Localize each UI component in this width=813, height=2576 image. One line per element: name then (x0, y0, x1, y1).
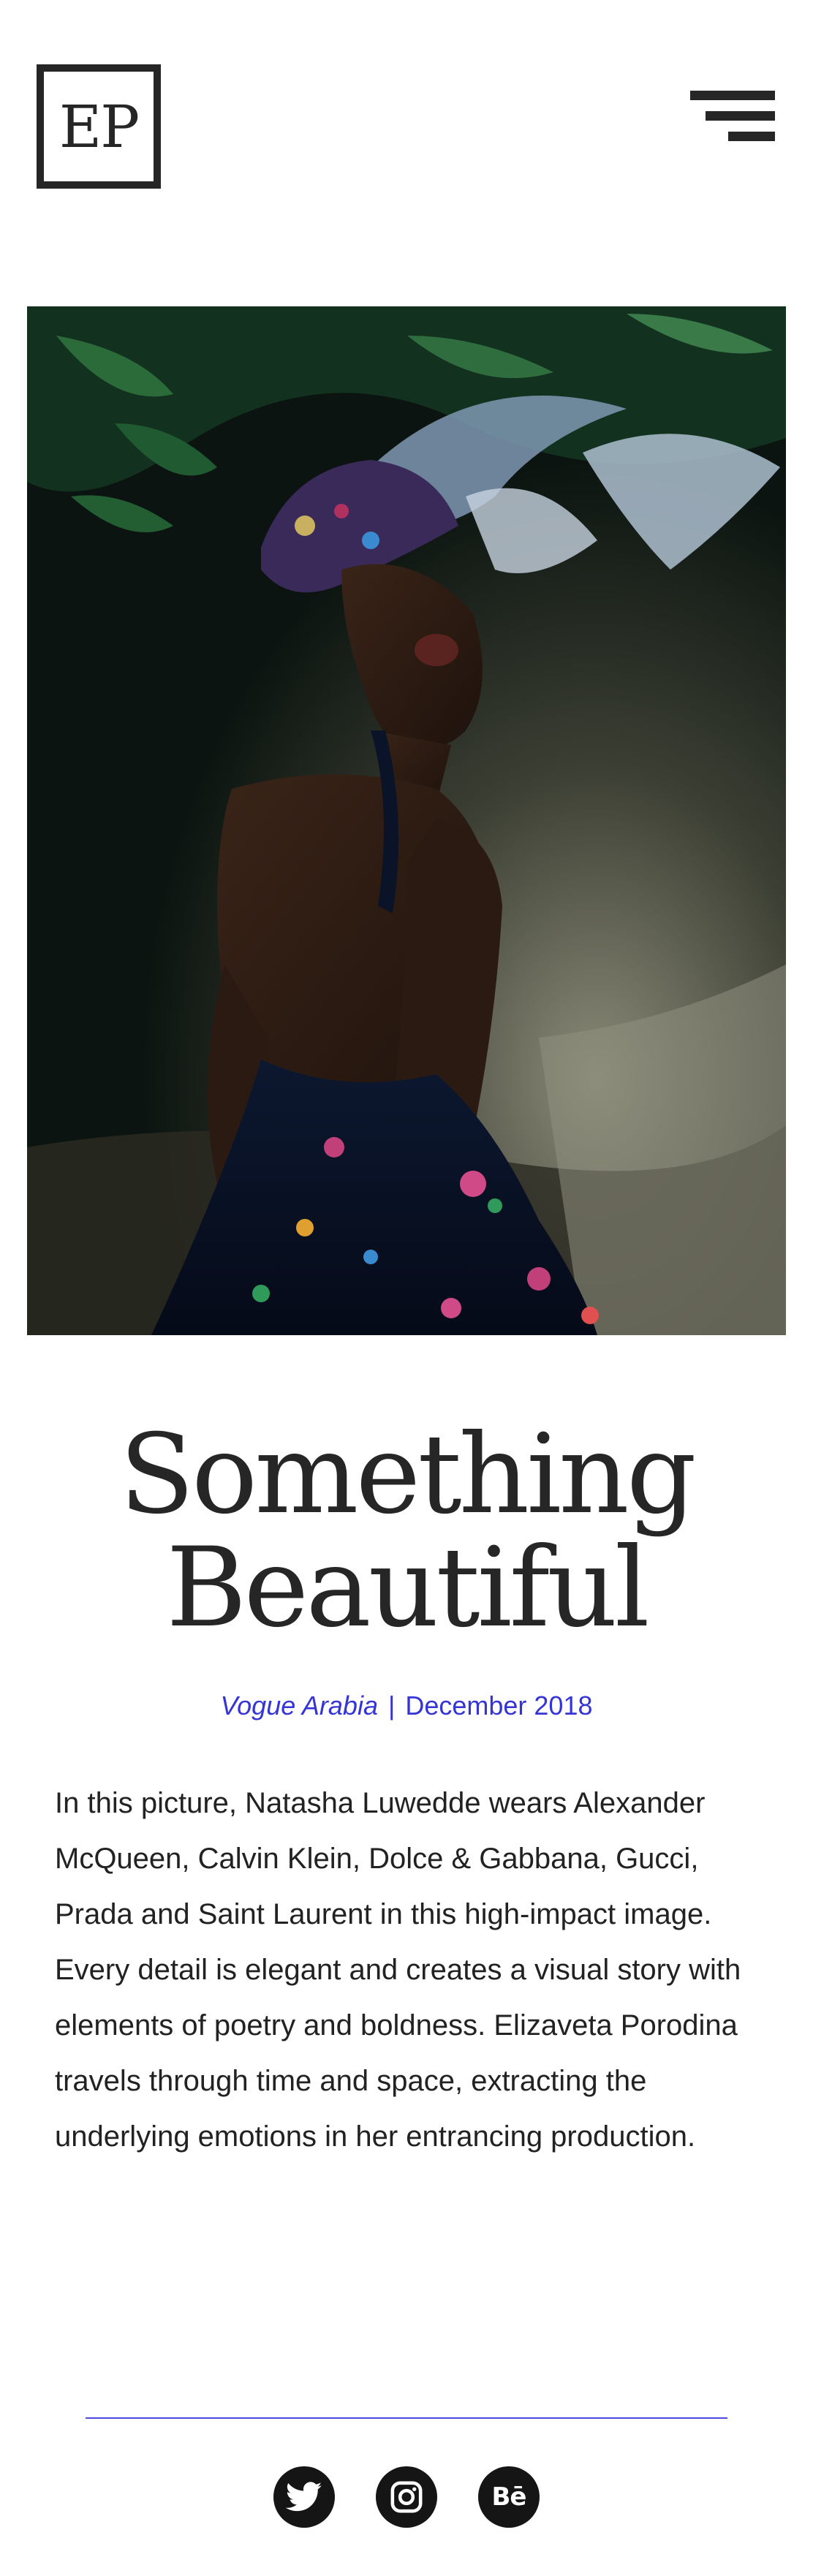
title-line-1: Something (119, 1411, 697, 1538)
menu-line (706, 111, 775, 121)
article-meta: Vogue Arabia | December 2018 (0, 1691, 813, 1721)
twitter-icon[interactable] (273, 2466, 335, 2528)
logo[interactable]: EP (37, 64, 161, 189)
instagram-icon[interactable] (376, 2466, 437, 2528)
footer-divider (86, 2417, 727, 2419)
meta-separator: | (387, 1691, 396, 1721)
menu-line (728, 132, 775, 141)
publication-date: December 2018 (405, 1691, 593, 1721)
article-title: Something Beautiful (0, 1419, 813, 1645)
hamburger-menu-icon[interactable] (690, 88, 775, 146)
hero-image (27, 306, 786, 1335)
article-description: In this picture, Natasha Luwedde wears A… (55, 1787, 741, 2153)
publication-link[interactable]: Vogue Arabia (220, 1691, 378, 1721)
behance-icon[interactable]: Bē (478, 2466, 540, 2528)
title-line-2: Beautiful (166, 1525, 649, 1652)
behance-glyph: Bē (491, 2482, 527, 2512)
menu-line (690, 91, 775, 100)
